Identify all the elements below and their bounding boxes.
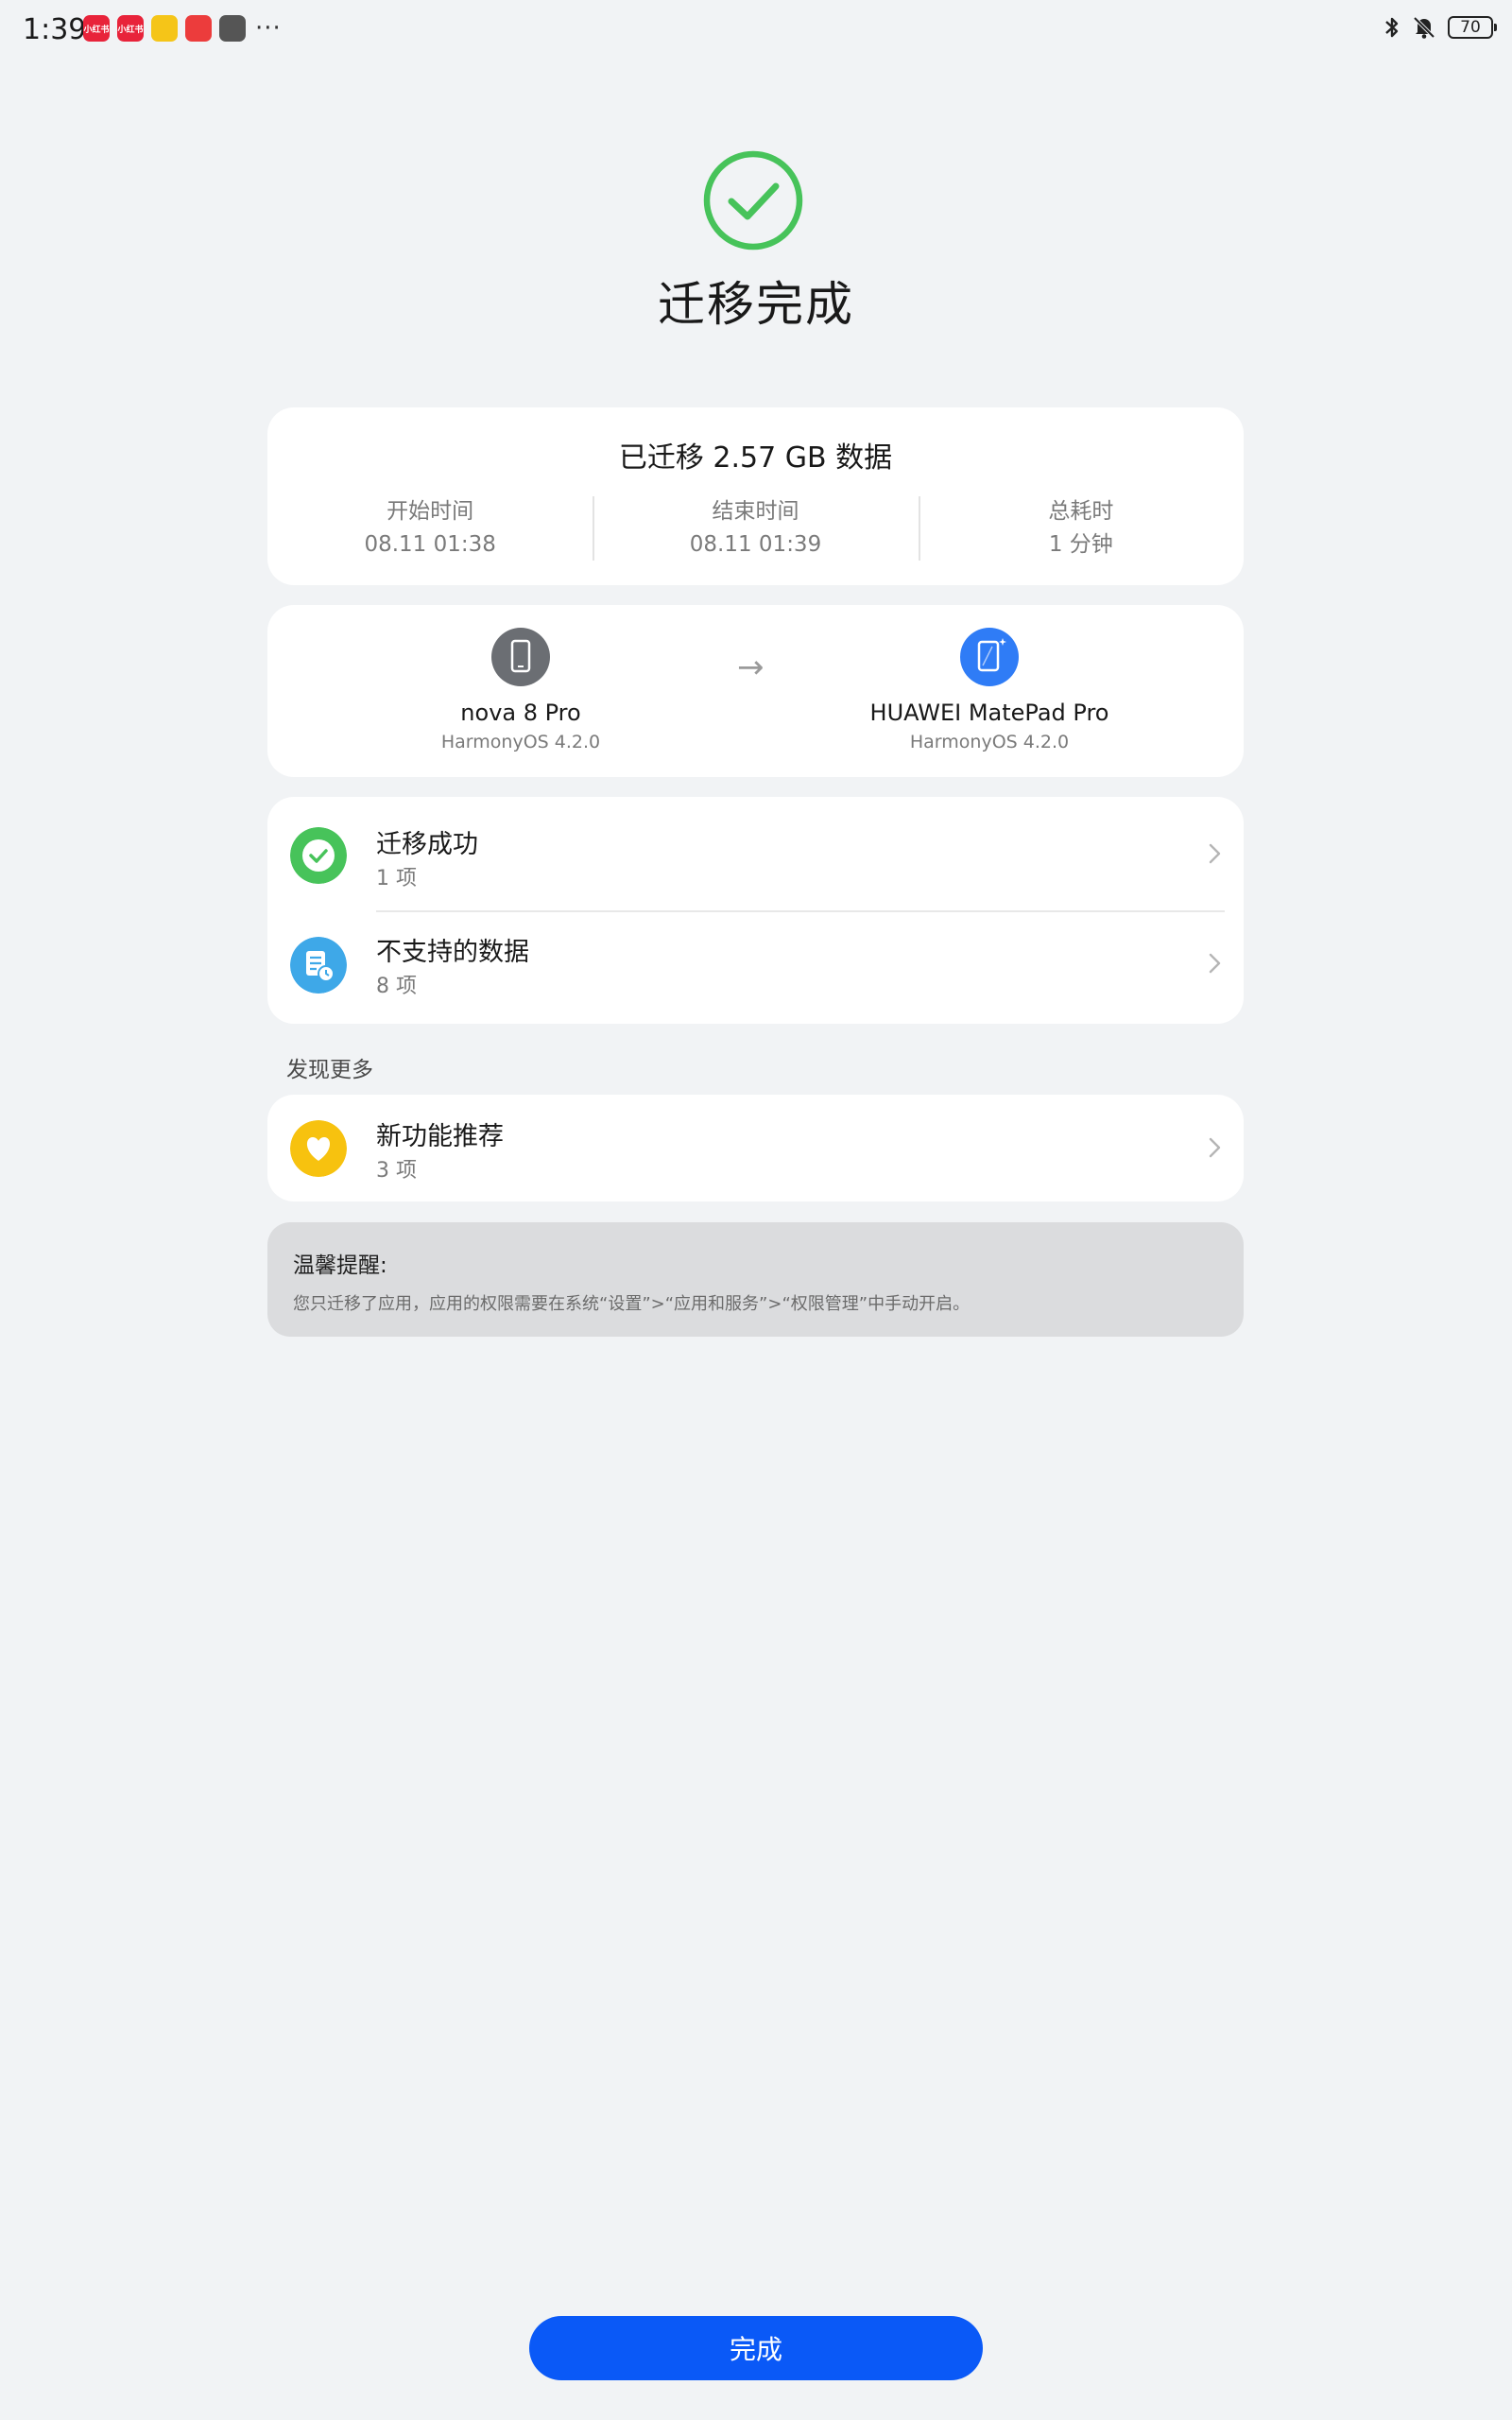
source-device-name: nova 8 Pro: [460, 700, 581, 726]
system-indicators: 70: [1383, 15, 1497, 40]
stat-end-time: 结束时间 08.11 01:39: [593, 496, 918, 561]
feature-card: 新功能推荐 3 项: [267, 1095, 1244, 1201]
success-icon: [290, 827, 347, 884]
list-item-title: 不支持的数据: [376, 938, 529, 967]
target-device: HUAWEI MatePad Pro HarmonyOS 4.2.0: [800, 628, 1178, 752]
stat-label: 结束时间: [712, 499, 799, 524]
list-item-unsupported[interactable]: 不支持的数据 8 项: [267, 912, 1244, 1018]
target-device-name: HUAWEI MatePad Pro: [869, 700, 1109, 726]
stat-value: 08.11 01:38: [364, 532, 496, 557]
app-icon-3: [151, 15, 178, 42]
chevron-right-icon: [1209, 843, 1221, 864]
success-check-icon: [703, 150, 803, 251]
document-clock-icon: [290, 937, 347, 994]
stat-duration: 总耗时 1 分钟: [918, 496, 1244, 561]
source-device: nova 8 Pro HarmonyOS 4.2.0: [332, 628, 710, 752]
list-item-title: 新功能推荐: [376, 1122, 504, 1151]
list-item-success[interactable]: 迁移成功 1 项: [267, 797, 1244, 903]
list-item-title: 迁移成功: [376, 830, 478, 859]
bluetooth-icon: [1385, 17, 1399, 38]
tablet-icon: [960, 628, 1019, 686]
stat-value: 08.11 01:39: [689, 532, 822, 557]
source-device-os: HarmonyOS 4.2.0: [440, 732, 601, 752]
stat-start-time: 开始时间 08.11 01:38: [267, 496, 593, 561]
more-notifications-icon: ···: [255, 14, 282, 43]
stat-label: 开始时间: [387, 499, 474, 524]
page-title: 迁移完成: [658, 277, 854, 332]
status-bar: 1:39 小红书 小红书 ··· 70: [0, 0, 1512, 59]
section-label-discover: 发现更多: [286, 1058, 373, 1082]
stat-label: 总耗时: [1048, 499, 1114, 524]
target-device-os: HarmonyOS 4.2.0: [909, 732, 1070, 752]
notice-text: 您只迁移了应用，应用的权限需要在系统“设置”>“应用和服务”>“权限管理”中手动…: [293, 1294, 971, 1314]
notice-title: 温馨提醒:: [293, 1253, 387, 1278]
migrated-size: 已迁移 2.57 GB 数据: [618, 441, 893, 475]
notification-icons: 小红书 小红书 ···: [83, 15, 282, 42]
tip-notice: 温馨提醒: 您只迁移了应用，应用的权限需要在系统“设置”>“应用和服务”>“权限…: [267, 1222, 1244, 1337]
list-item-count: 1 项: [376, 867, 417, 890]
list-item-count: 8 项: [376, 975, 417, 998]
arrow-right-icon: →: [737, 648, 765, 686]
status-time: 1:39: [23, 13, 87, 46]
phone-icon: [491, 628, 550, 686]
devices-card: nova 8 Pro HarmonyOS 4.2.0 HUAWEI MatePa…: [267, 605, 1244, 777]
mute-bell-icon: [1413, 16, 1435, 39]
stat-value: 1 分钟: [1048, 532, 1113, 557]
list-item-count: 3 项: [376, 1159, 417, 1183]
chevron-right-icon: [1209, 1137, 1221, 1158]
app-icon-2: 小红书: [117, 15, 144, 42]
app-icon-1: 小红书: [83, 15, 110, 42]
chevron-right-icon: [1209, 953, 1221, 974]
heart-icon: [290, 1120, 347, 1177]
results-card: 迁移成功 1 项 不支持的数据 8 项: [267, 797, 1244, 1024]
app-icon-5: [219, 15, 246, 42]
done-button[interactable]: 完成: [529, 2316, 983, 2380]
summary-card: 已迁移 2.57 GB 数据 开始时间 08.11 01:38 结束时间 08.…: [267, 407, 1244, 585]
stats-row: 开始时间 08.11 01:38 结束时间 08.11 01:39 总耗时 1 …: [267, 496, 1244, 561]
app-icon-4: [185, 15, 212, 42]
battery-indicator: 70: [1448, 16, 1497, 39]
list-item-new-features[interactable]: 新功能推荐 3 项: [267, 1095, 1244, 1201]
